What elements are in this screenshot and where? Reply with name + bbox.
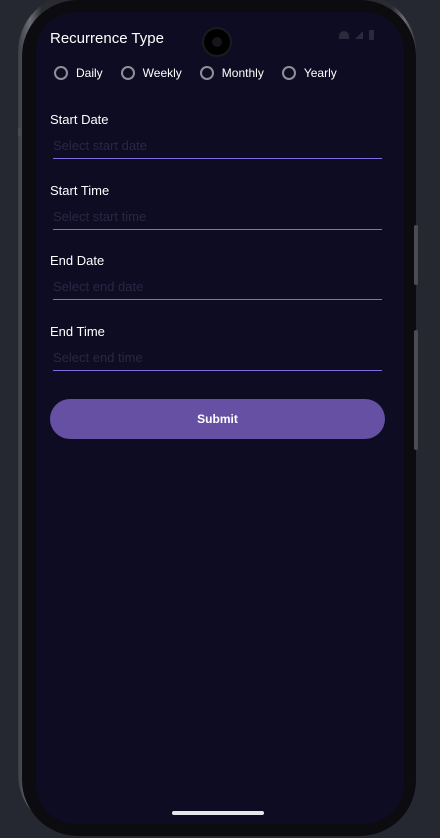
camera-icon — [204, 29, 230, 55]
end-time-field: End Time — [50, 324, 382, 371]
start-date-label: Start Date — [50, 112, 109, 127]
end-time-input[interactable] — [53, 347, 382, 371]
radio-weekly[interactable]: Weekly — [120, 66, 182, 80]
home-indicator[interactable] — [172, 811, 264, 815]
volume-button — [414, 330, 418, 450]
radio-label-yearly: Yearly — [303, 66, 337, 80]
radio-circle-icon[interactable] — [199, 66, 214, 80]
radio-circle-icon[interactable] — [281, 66, 296, 80]
recurrence-type-title: Recurrence Type — [50, 30, 164, 47]
end-time-label: End Time — [50, 324, 105, 339]
end-date-label: End Date — [50, 253, 105, 268]
radio-circle-icon[interactable] — [120, 66, 135, 80]
radio-monthly[interactable]: Monthly — [199, 66, 264, 80]
end-date-field: End Date — [50, 253, 382, 300]
submit-button[interactable]: Submit — [50, 399, 385, 439]
radio-label-monthly: Monthly — [221, 66, 264, 80]
radio-daily[interactable]: Daily — [54, 66, 103, 80]
start-time-field: Start Time — [50, 183, 382, 230]
end-date-input[interactable] — [53, 276, 382, 300]
signal-icon — [355, 31, 363, 39]
power-button — [414, 225, 418, 285]
radio-label-weekly: Weekly — [142, 66, 182, 80]
side-button-left — [18, 128, 21, 136]
start-date-field: Start Date — [50, 112, 382, 159]
radio-yearly[interactable]: Yearly — [281, 66, 337, 80]
wifi-icon — [339, 31, 349, 39]
start-time-label: Start Time — [50, 183, 110, 198]
recurrence-radio-group: Daily Weekly Monthly Yearly — [54, 66, 355, 80]
radio-label-daily: Daily — [76, 66, 103, 80]
app-screen: Recurrence Type Daily Weekly Monthly Yea… — [36, 12, 404, 824]
radio-circle-icon[interactable] — [54, 66, 68, 80]
status-bar — [339, 30, 374, 40]
start-time-input[interactable] — [53, 206, 382, 230]
battery-icon — [369, 30, 374, 40]
start-date-input[interactable] — [53, 135, 382, 159]
